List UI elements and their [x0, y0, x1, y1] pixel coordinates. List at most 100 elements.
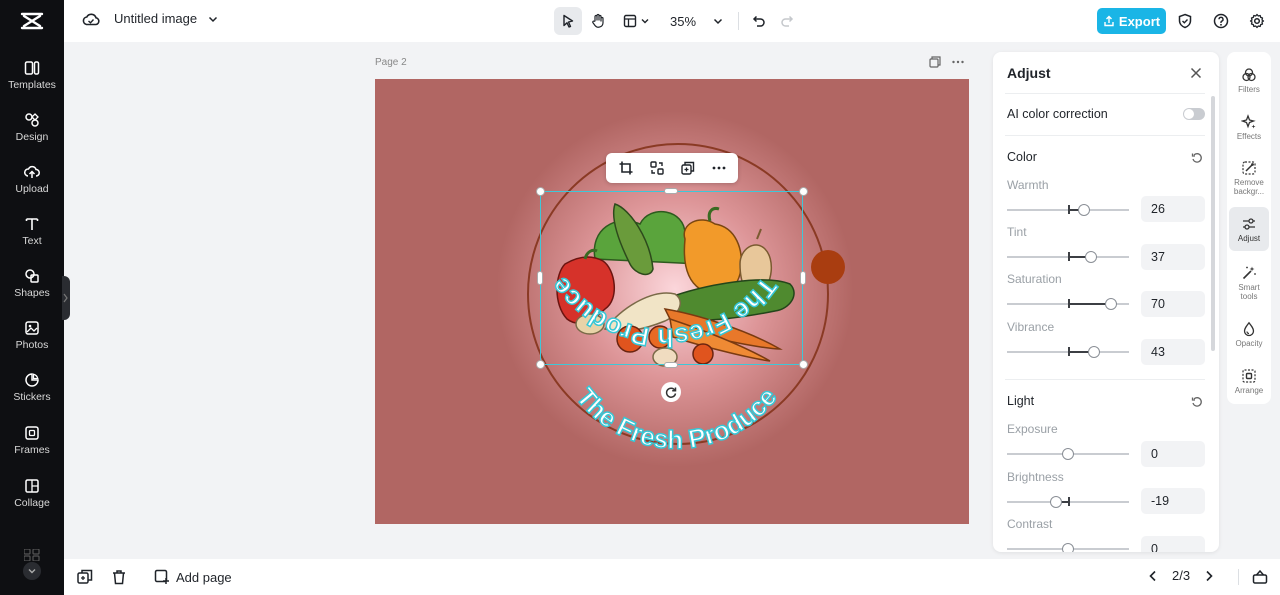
capcut-logo-icon[interactable] [20, 10, 44, 32]
saturation-slider[interactable] [1007, 298, 1129, 310]
sidebar-item-stickers[interactable]: Stickers [0, 364, 64, 410]
rail-item-opacity[interactable]: Opacity [1229, 312, 1269, 356]
slider-thumb[interactable] [1077, 204, 1090, 216]
rail-item-remove-background[interactable]: Remove backgr... [1229, 152, 1269, 204]
trash-icon[interactable] [110, 568, 128, 586]
magic-wand-icon [1242, 266, 1256, 280]
slider-thumb[interactable] [1104, 298, 1117, 310]
slider-thumb[interactable] [1062, 448, 1074, 460]
resize-handle-bottom-right[interactable] [799, 360, 808, 369]
apps-grid-icon[interactable] [24, 549, 40, 561]
sidebar-item-templates[interactable]: Templates [0, 52, 64, 98]
sidebar-item-collage[interactable]: Collage [0, 470, 64, 516]
chevron-down-icon[interactable] [207, 13, 219, 25]
rail-item-adjust[interactable]: Adjust [1229, 207, 1269, 251]
help-icon [1213, 13, 1229, 29]
slider-thumb[interactable] [1084, 251, 1097, 263]
document-title-area[interactable]: Untitled image [82, 11, 219, 26]
chevron-left-icon[interactable] [1146, 569, 1160, 583]
exposure-value-input[interactable]: 0 [1141, 441, 1205, 467]
select-tool-button[interactable] [554, 7, 582, 35]
contrast-label: Contrast [1007, 517, 1053, 531]
vibrance-slider[interactable] [1007, 346, 1129, 358]
shapes-icon [25, 268, 39, 283]
settings-button[interactable] [1246, 10, 1268, 32]
undo-button[interactable] [745, 7, 773, 35]
vibrance-value-input[interactable]: 43 [1141, 339, 1205, 365]
rail-item-smart-tools[interactable]: Smart tools [1229, 257, 1269, 309]
panel-title: Adjust [1007, 65, 1051, 81]
close-icon[interactable] [1189, 66, 1203, 80]
sidebar-item-label: Collage [14, 496, 50, 509]
redo-button[interactable] [773, 7, 801, 35]
replace-icon[interactable] [649, 160, 665, 176]
ai-color-correction-toggle[interactable] [1183, 108, 1205, 120]
saturation-value-input[interactable]: 70 [1141, 291, 1205, 317]
chevron-down-icon [28, 569, 36, 574]
layout-menu-button[interactable] [618, 7, 654, 35]
rotate-handle[interactable] [661, 382, 681, 402]
sidebar-expand-button[interactable] [23, 562, 41, 580]
slider-thumb[interactable] [1062, 543, 1074, 552]
more-horizontal-icon[interactable] [951, 56, 965, 68]
shield-button[interactable] [1174, 10, 1196, 32]
resize-handle-right[interactable] [800, 271, 806, 285]
document-title[interactable]: Untitled image [114, 11, 197, 26]
sidebar-item-photos[interactable]: Photos [0, 312, 64, 358]
slider-thumb[interactable] [1088, 346, 1101, 358]
contrast-slider[interactable] [1007, 543, 1129, 552]
panel-scrollbar[interactable] [1211, 96, 1215, 351]
sidebar-collapse-handle[interactable] [62, 276, 70, 320]
rail-item-filters[interactable]: Filters [1229, 58, 1269, 102]
sidebar-item-text[interactable]: Text [0, 208, 64, 254]
resize-handle-left[interactable] [537, 271, 543, 285]
adjust-sliders-icon [1243, 217, 1255, 230]
brightness-slider[interactable] [1007, 496, 1129, 508]
sidebar-item-shapes[interactable]: Shapes [0, 260, 64, 306]
chevron-right-icon[interactable] [1202, 569, 1216, 583]
more-horizontal-icon[interactable] [711, 160, 727, 176]
duplicate-page-icon[interactable] [929, 56, 941, 68]
zoom-dropdown-button[interactable] [704, 7, 732, 35]
tint-slider[interactable] [1007, 251, 1129, 263]
undo-icon [752, 15, 765, 27]
resize-handle-bottom-left[interactable] [536, 360, 545, 369]
selection-box[interactable] [540, 191, 803, 365]
reset-light-icon[interactable] [1191, 396, 1203, 408]
shield-check-icon [1178, 13, 1192, 29]
crop-icon[interactable] [618, 160, 634, 176]
resize-handle-top-left[interactable] [536, 187, 545, 196]
cloud-sync-icon[interactable] [82, 12, 100, 26]
divider [1005, 93, 1205, 94]
warmth-slider[interactable] [1007, 204, 1129, 216]
gear-icon [1249, 13, 1265, 29]
duplicate-icon[interactable] [680, 160, 696, 176]
exposure-slider[interactable] [1007, 448, 1129, 460]
templates-icon [24, 60, 40, 75]
rail-item-effects[interactable]: Effects [1229, 105, 1269, 149]
reset-color-icon[interactable] [1191, 152, 1203, 164]
sidebar-item-design[interactable]: Design [0, 104, 64, 150]
chevron-right-icon [63, 293, 68, 303]
duplicate-page-icon[interactable] [76, 568, 94, 586]
layers-toggle-icon[interactable] [1251, 568, 1269, 586]
exposure-label: Exposure [1007, 422, 1058, 436]
zoom-level[interactable]: 35% [670, 14, 696, 29]
resize-handle-top[interactable] [664, 188, 678, 194]
warmth-value-input[interactable]: 26 [1141, 196, 1205, 222]
rail-item-arrange[interactable]: Arrange [1229, 359, 1269, 403]
resize-handle-bottom[interactable] [664, 362, 678, 368]
sidebar-item-upload[interactable]: Upload [0, 156, 64, 202]
resize-handle-top-right[interactable] [799, 187, 808, 196]
slider-thumb[interactable] [1050, 496, 1063, 508]
hand-tool-button[interactable] [584, 7, 612, 35]
sidebar-item-frames[interactable]: Frames [0, 417, 64, 463]
help-button[interactable] [1210, 10, 1232, 32]
sidebar-item-label: Upload [15, 182, 49, 195]
export-upload-icon [1104, 15, 1114, 27]
contrast-value-input[interactable]: 0 [1141, 536, 1205, 552]
tint-value-input[interactable]: 37 [1141, 244, 1205, 270]
add-page-button[interactable]: Add page [154, 569, 232, 585]
export-button[interactable]: Export [1097, 8, 1166, 34]
brightness-value-input[interactable]: -19 [1141, 488, 1205, 514]
